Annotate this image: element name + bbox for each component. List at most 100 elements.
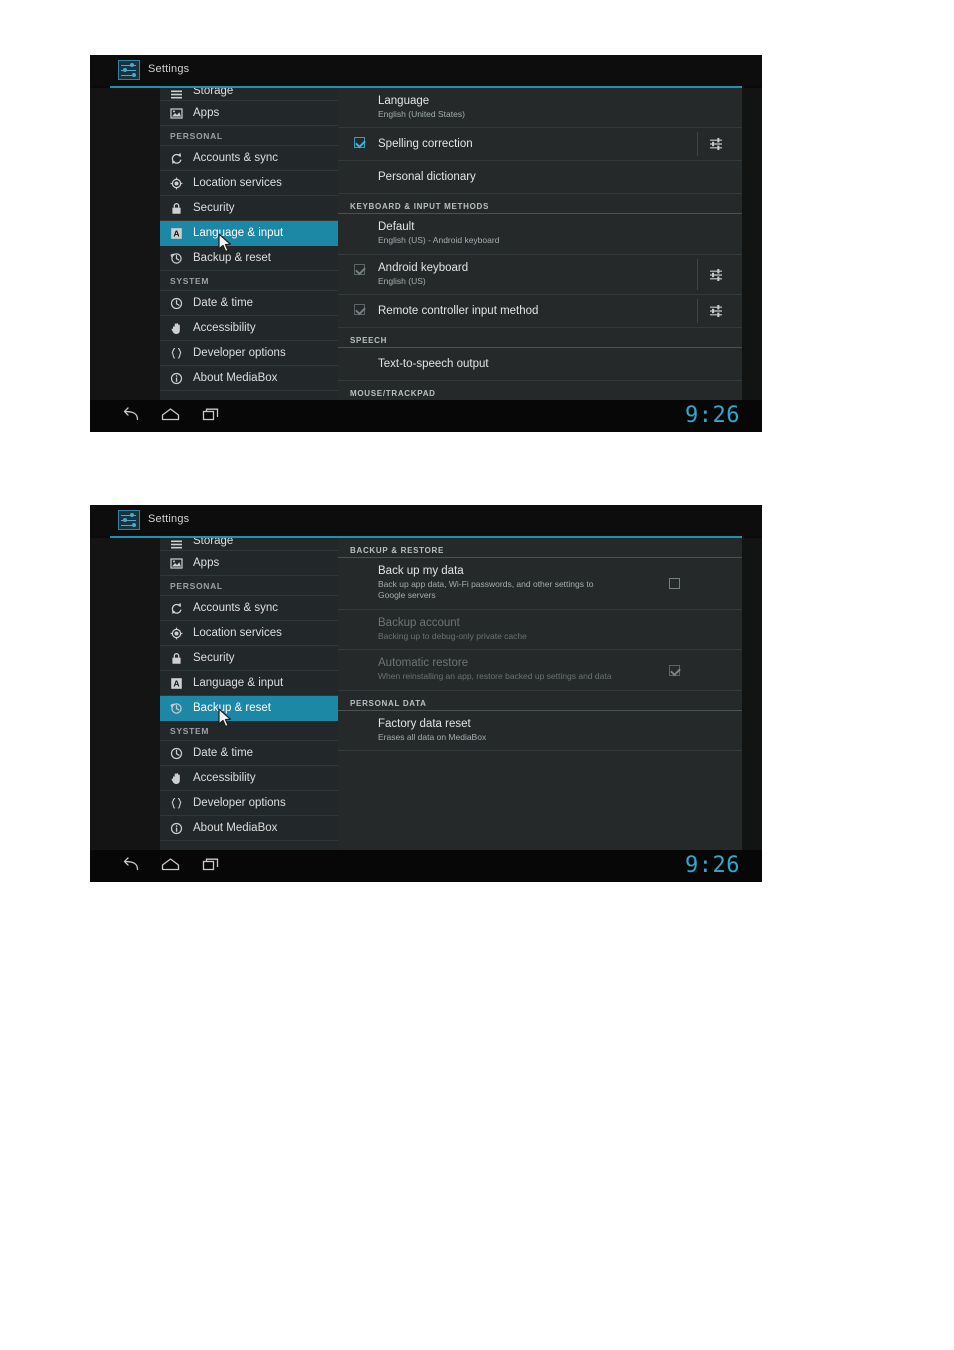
recent-apps-icon[interactable] (202, 857, 220, 872)
sidebar-item-label: Accounts & sync (193, 152, 279, 164)
panel-section-label: PERSONAL DATA (350, 698, 427, 708)
settings-row[interactable]: Factory data reset Erases all data on Med… (338, 711, 742, 752)
app-title: Settings (148, 513, 190, 525)
sidebar-item-label: Accounts & sync (193, 602, 279, 614)
settings-row-title: Factory data reset (378, 717, 471, 730)
sidebar-item-label: Backup & reset (193, 702, 271, 714)
sidebar-item-label: Accessibility (193, 772, 256, 784)
sidebar-item-label: About MediaBox (193, 822, 278, 834)
sidebar-item-language-input[interactable]: A Language & input (160, 671, 338, 696)
sidebar-item-storage[interactable]: Storage (160, 538, 338, 551)
sidebar-item-developer-options[interactable]: Developer options (160, 341, 338, 366)
row-checkbox[interactable] (354, 137, 366, 149)
settings-row-title: Personal dictionary (378, 171, 476, 184)
sidebar-section-label: SYSTEM (170, 725, 210, 736)
clock-icon (170, 747, 183, 760)
settings-sliders-icon[interactable] (708, 136, 724, 152)
settings-row[interactable]: Automatic restore When reinstalling an ap… (338, 650, 742, 691)
sidebar-item-label: Location services (193, 177, 282, 189)
panel-section-label: MOUSE/TRACKPAD (350, 389, 436, 399)
status-clock: 9:26 (685, 403, 740, 428)
sync-icon (170, 152, 183, 165)
sidebar-item-language-input[interactable]: A Language & input (160, 221, 338, 246)
lock-icon (170, 202, 183, 215)
status-clock: 9:26 (685, 853, 740, 878)
sidebar-item-security[interactable]: Security (160, 196, 338, 221)
sidebar-item-label: Date & time (193, 297, 254, 309)
sidebar-item-developer-options[interactable]: Developer options (160, 791, 338, 816)
sidebar-item-storage[interactable]: Storage (160, 88, 338, 101)
storage-icon (170, 88, 183, 100)
system-navigation-bar[interactable]: 9:26 (90, 400, 762, 432)
sidebar-section-header: SYSTEM (160, 271, 338, 291)
sidebar-item-apps[interactable]: Apps (160, 551, 338, 576)
settings-detail-panel[interactable]: Language English (United States) Spelling … (338, 88, 742, 412)
sidebar-item-apps[interactable]: Apps (160, 101, 338, 126)
sidebar-item-security[interactable]: Security (160, 646, 338, 671)
settings-row[interactable]: Android keyboard English (US) (338, 255, 742, 296)
sidebar-item-location-services[interactable]: Location services (160, 171, 338, 196)
settings-row[interactable]: Language English (United States) (338, 88, 742, 129)
title-bar: Settings (90, 505, 762, 536)
home-icon[interactable] (161, 857, 180, 872)
system-navigation-bar[interactable]: 9:26 (90, 850, 762, 882)
sidebar-item-backup-reset[interactable]: Backup & reset (160, 696, 338, 721)
hand-icon (170, 322, 183, 335)
sidebar-section-label: PERSONAL (170, 580, 223, 591)
settings-row-title: Default (378, 221, 415, 234)
settings-row[interactable]: Text-to-speech output (338, 348, 742, 382)
apps-icon (170, 557, 183, 570)
settings-row[interactable]: Spelling correction (338, 128, 742, 162)
settings-detail-panel[interactable]: BACKUP & RESTORE Back up my data Back up a… (338, 538, 742, 850)
sidebar-section-header: PERSONAL (160, 126, 338, 146)
navigation-icons[interactable] (122, 857, 220, 872)
sidebar-item-location-services[interactable]: Location services (160, 621, 338, 646)
settings-row-subtitle: English (US) - Android keyboard (378, 235, 500, 246)
settings-row-subtitle: English (United States) (378, 109, 465, 119)
sidebar-section-label: PERSONAL (170, 130, 223, 141)
settings-sidebar[interactable]: Storage Apps PERSONAL Accounts & sync Locati… (160, 538, 338, 850)
svg-text:A: A (173, 228, 179, 238)
row-checkbox[interactable] (354, 304, 366, 316)
row-checkbox[interactable] (669, 665, 681, 677)
settings-row-title: Language (378, 95, 430, 107)
settings-sidebar[interactable]: Storage Apps PERSONAL Accounts & sync Locati… (160, 88, 338, 400)
sidebar-item-label: Security (193, 652, 235, 664)
sidebar-item-date-time[interactable]: Date & time (160, 741, 338, 766)
settings-row[interactable]: Backup account Backing up to debug-only p… (338, 610, 742, 651)
settings-row[interactable]: Back up my data Back up app data, Wi-Fi p… (338, 558, 742, 610)
row-checkbox[interactable] (354, 263, 366, 276)
home-icon[interactable] (161, 407, 180, 422)
navigation-icons[interactable] (122, 407, 220, 422)
recent-apps-icon[interactable] (202, 407, 220, 422)
apps-icon (170, 107, 183, 120)
settings-row-title: Spelling correction (378, 138, 473, 151)
sidebar-item-date-time[interactable]: Date & time (160, 291, 338, 316)
settings-row[interactable]: Personal dictionary (338, 161, 742, 195)
sidebar-item-label: Backup & reset (193, 252, 271, 264)
sidebar-item-about-mediabox[interactable]: About MediaBox (160, 816, 338, 841)
info-icon (170, 372, 183, 385)
settings-row-title: Back up my data (378, 565, 464, 577)
settings-row[interactable]: Default English (US) - Android keyboard (338, 214, 742, 255)
row-divider (697, 299, 698, 324)
settings-sliders-icon[interactable] (708, 303, 724, 319)
sidebar-item-label: Apps (193, 107, 220, 119)
sidebar-item-accounts-sync[interactable]: Accounts & sync (160, 146, 338, 171)
sidebar-item-about-mediabox[interactable]: About MediaBox (160, 366, 338, 391)
sidebar-section-label: SYSTEM (170, 275, 210, 286)
panel-section-header: SPEECH (338, 328, 742, 349)
sidebar-item-accessibility[interactable]: Accessibility (160, 766, 338, 791)
row-checkbox[interactable] (669, 578, 680, 590)
sidebar-item-label: Language & input (193, 227, 284, 239)
sidebar-item-backup-reset[interactable]: Backup & reset (160, 246, 338, 271)
sidebar-item-accounts-sync[interactable]: Accounts & sync (160, 596, 338, 621)
back-icon[interactable] (122, 857, 139, 872)
settings-row[interactable]: Remote controller input method (338, 295, 742, 329)
back-icon[interactable] (122, 407, 139, 422)
sidebar-item-accessibility[interactable]: Accessibility (160, 316, 338, 341)
settings-sliders-icon (118, 60, 140, 80)
settings-sliders-icon[interactable] (708, 267, 724, 283)
braces-icon (170, 347, 183, 360)
backup-icon (170, 252, 183, 265)
